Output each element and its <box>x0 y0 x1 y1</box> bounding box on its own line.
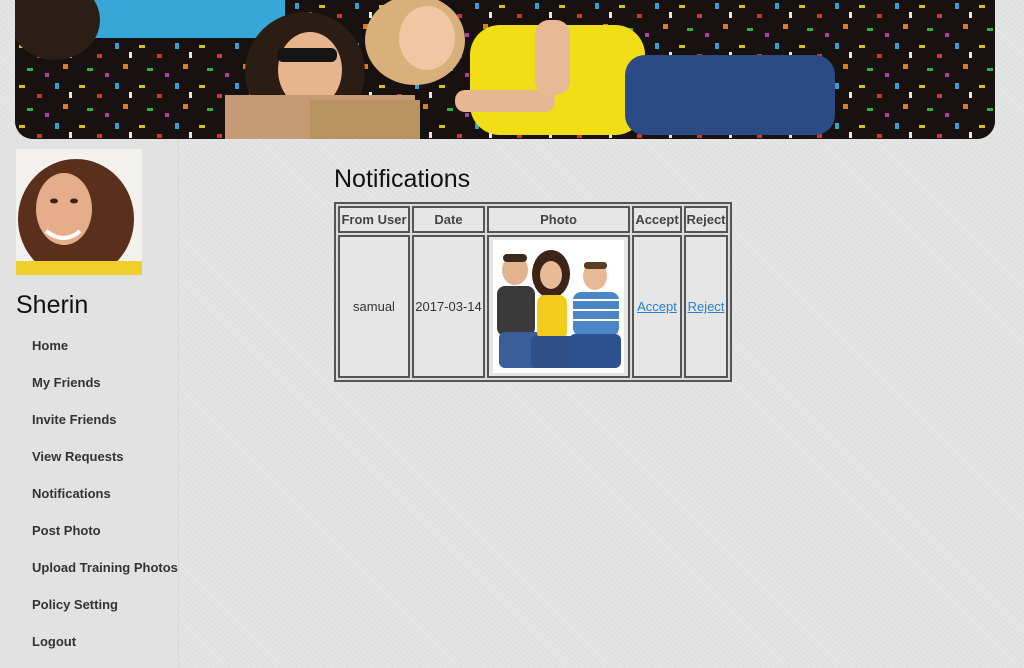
cell-photo <box>487 235 630 378</box>
column-header-photo: Photo <box>487 206 630 233</box>
table-header-row: From User Date Photo Accept Reject <box>338 206 728 233</box>
profile-photo <box>16 149 142 275</box>
header-banner <box>15 0 995 139</box>
sidebar-item-view-requests[interactable]: View Requests <box>32 449 178 486</box>
sidebar-nav: Home My Friends Invite Friends View Requ… <box>32 338 178 668</box>
sidebar-item-post-photo[interactable]: Post Photo <box>32 523 178 560</box>
reject-link[interactable]: Reject <box>688 299 725 314</box>
column-header-accept: Accept <box>632 206 682 233</box>
page: Sherin Home My Friends Invite Friends Vi… <box>0 0 1024 668</box>
sidebar-item-home[interactable]: Home <box>32 338 178 375</box>
sidebar-item-my-friends[interactable]: My Friends <box>32 375 178 412</box>
cell-from-user: samual <box>338 235 410 378</box>
table-row: samual 2017-03-14 Accept Reject <box>338 235 728 378</box>
cell-accept: Accept <box>632 235 682 378</box>
page-title: Notifications <box>334 165 471 193</box>
sidebar-item-invite-friends[interactable]: Invite Friends <box>32 412 178 449</box>
cell-reject: Reject <box>684 235 728 378</box>
notification-photo[interactable] <box>493 240 624 373</box>
banner-image <box>15 0 995 139</box>
column-header-from-user: From User <box>338 206 410 233</box>
user-name: Sherin <box>16 291 89 319</box>
column-header-reject: Reject <box>684 206 728 233</box>
accept-link[interactable]: Accept <box>637 299 677 314</box>
sidebar: Sherin Home My Friends Invite Friends Vi… <box>0 139 179 668</box>
sidebar-item-upload-training-photos[interactable]: Upload Training Photos <box>32 560 178 597</box>
avatar <box>16 149 142 275</box>
sidebar-item-policy-setting[interactable]: Policy Setting <box>32 597 178 634</box>
notifications-table: From User Date Photo Accept Reject samua… <box>334 202 732 382</box>
cell-date: 2017-03-14 <box>412 235 485 378</box>
column-header-date: Date <box>412 206 485 233</box>
sidebar-item-notifications[interactable]: Notifications <box>32 486 178 523</box>
sidebar-item-logout[interactable]: Logout <box>32 634 178 668</box>
group-photo-image <box>493 240 624 373</box>
